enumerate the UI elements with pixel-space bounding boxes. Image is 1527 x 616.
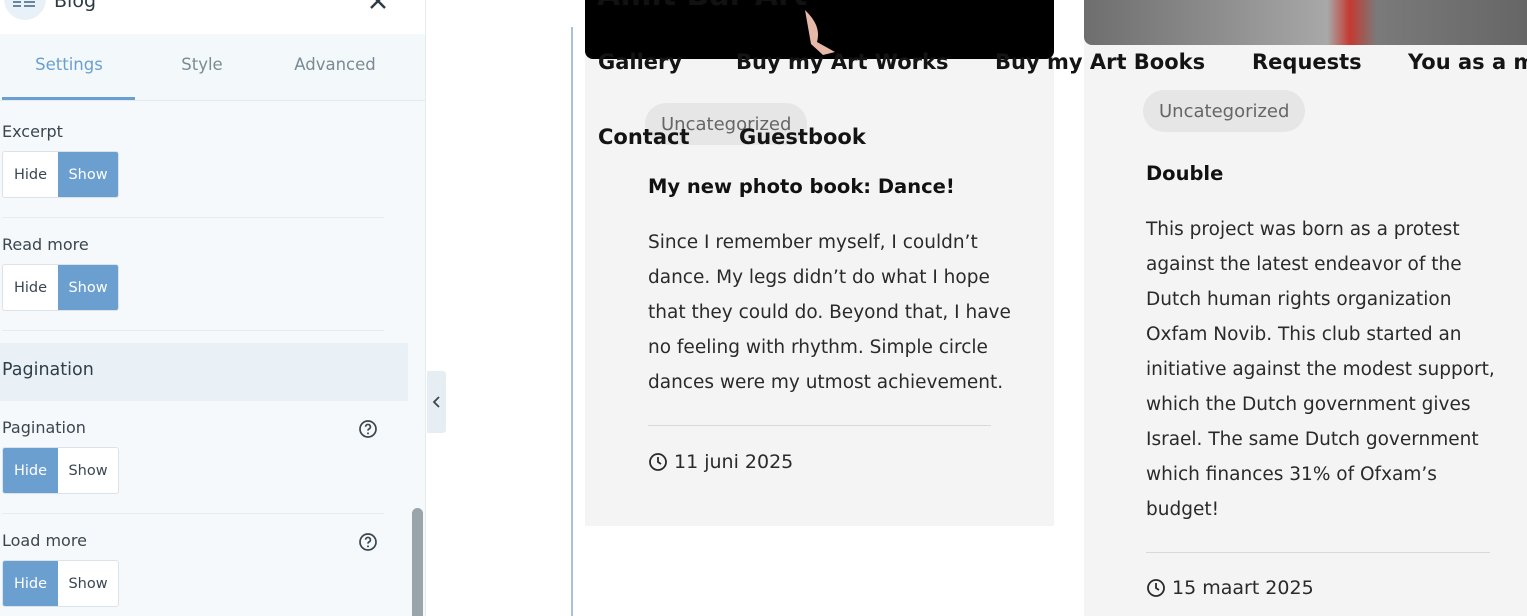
excerpt-line: This project was born as a protest [1146, 219, 1460, 240]
site-title[interactable]: Amit Bar Art [597, 0, 807, 13]
panel-title: Blog [54, 0, 96, 12]
collapse-panel-button[interactable] [427, 371, 446, 433]
divider [2, 330, 384, 331]
nav-you-as-a-model[interactable]: You as a m [1408, 50, 1527, 74]
post-divider [648, 425, 991, 426]
post-excerpt: Since I remember myself, I couldn’t danc… [648, 225, 1011, 400]
post-date: 15 maart 2025 [1146, 577, 1314, 599]
active-tab-indicator [2, 97, 135, 100]
tab-style[interactable]: Style [135, 55, 269, 74]
pagination-show-option[interactable]: Show [58, 448, 118, 493]
category-badge[interactable]: Uncategorized [1143, 90, 1306, 132]
blog-widget-icon [4, 0, 46, 20]
clock-icon [1147, 579, 1165, 597]
section-title: Pagination [2, 360, 94, 380]
excerpt-line: dances were my utmost achievement. [648, 372, 1004, 393]
excerpt-line: which the Dutch government gives [1146, 394, 1471, 415]
nav-gallery[interactable]: Gallery [598, 50, 682, 74]
close-icon[interactable] [366, 0, 390, 13]
excerpt-toggle: Hide Show [2, 151, 119, 198]
excerpt-line: Israel. The same Dutch government [1146, 429, 1479, 450]
nav-requests[interactable]: Requests [1252, 50, 1362, 74]
excerpt-show-option[interactable]: Show [58, 152, 118, 197]
post-divider [1146, 552, 1490, 553]
load-more-hide-option[interactable]: Hide [3, 561, 59, 606]
nav-buy-art-books[interactable]: Buy my Art Books [995, 50, 1205, 74]
post-excerpt: This project was born as a protest again… [1146, 212, 1495, 527]
nav-buy-art-works[interactable]: Buy my Art Works [736, 50, 948, 74]
read-more-label: Read more [2, 235, 89, 254]
excerpt-line: against the latest endeavor of the [1146, 254, 1462, 275]
divider [2, 217, 384, 218]
pagination-hide-option[interactable]: Hide [3, 448, 59, 493]
excerpt-line: Dutch human rights organization [1146, 289, 1452, 310]
post-title[interactable]: Double [1146, 162, 1223, 185]
scrollbar-thumb[interactable] [412, 508, 423, 616]
read-more-show-option[interactable]: Show [58, 265, 118, 310]
preview-frame-border [571, 27, 573, 616]
panel-header: Blog [0, 0, 425, 34]
load-more-label: Load more [2, 531, 87, 550]
post-title[interactable]: My new photo book: Dance! [648, 175, 955, 198]
post-image[interactable] [1084, 0, 1527, 45]
post-date-text: 11 juni 2025 [674, 451, 794, 473]
divider [2, 513, 384, 514]
help-icon[interactable] [358, 419, 378, 439]
chevron-left-icon [432, 396, 440, 408]
load-more-show-option[interactable]: Show [58, 561, 118, 606]
nav-guestbook[interactable]: Guestbook [739, 125, 866, 149]
read-more-toggle: Hide Show [2, 264, 119, 311]
tab-advanced[interactable]: Advanced [268, 55, 402, 74]
excerpt-line: no feeling with rhythm. Simple circle [648, 337, 988, 358]
load-more-toggle: Hide Show [2, 560, 119, 607]
nav-contact[interactable]: Contact [598, 125, 690, 149]
clock-icon [649, 453, 667, 471]
read-more-hide-option[interactable]: Hide [3, 265, 58, 310]
help-icon[interactable] [358, 532, 378, 552]
excerpt-line: initiative against the modest support, [1146, 359, 1495, 380]
pagination-section-header[interactable]: Pagination [0, 343, 408, 401]
post-date-text: 15 maart 2025 [1172, 577, 1314, 599]
excerpt-hide-option[interactable]: Hide [3, 152, 58, 197]
panel-tabs: Settings Style Advanced [0, 34, 425, 101]
settings-panel: Blog Settings Style Advanced Excerpt Hid… [0, 0, 426, 616]
excerpt-line: Since I remember myself, I couldn’t [648, 232, 978, 253]
excerpt-line: Oxfam Novib. This club started an [1146, 324, 1462, 345]
excerpt-line: which finances 31% of Ofxam’s [1146, 464, 1437, 485]
excerpt-line: budget! [1146, 499, 1220, 520]
post-date: 11 juni 2025 [648, 451, 793, 473]
tab-settings[interactable]: Settings [2, 55, 136, 74]
excerpt-label: Excerpt [2, 122, 63, 141]
pagination-toggle: Hide Show [2, 447, 119, 494]
pagination-label: Pagination [2, 418, 86, 437]
excerpt-line: that they could do. Beyond that, I have [648, 302, 1011, 323]
excerpt-line: dance. My legs didn’t do what I hope [648, 267, 990, 288]
